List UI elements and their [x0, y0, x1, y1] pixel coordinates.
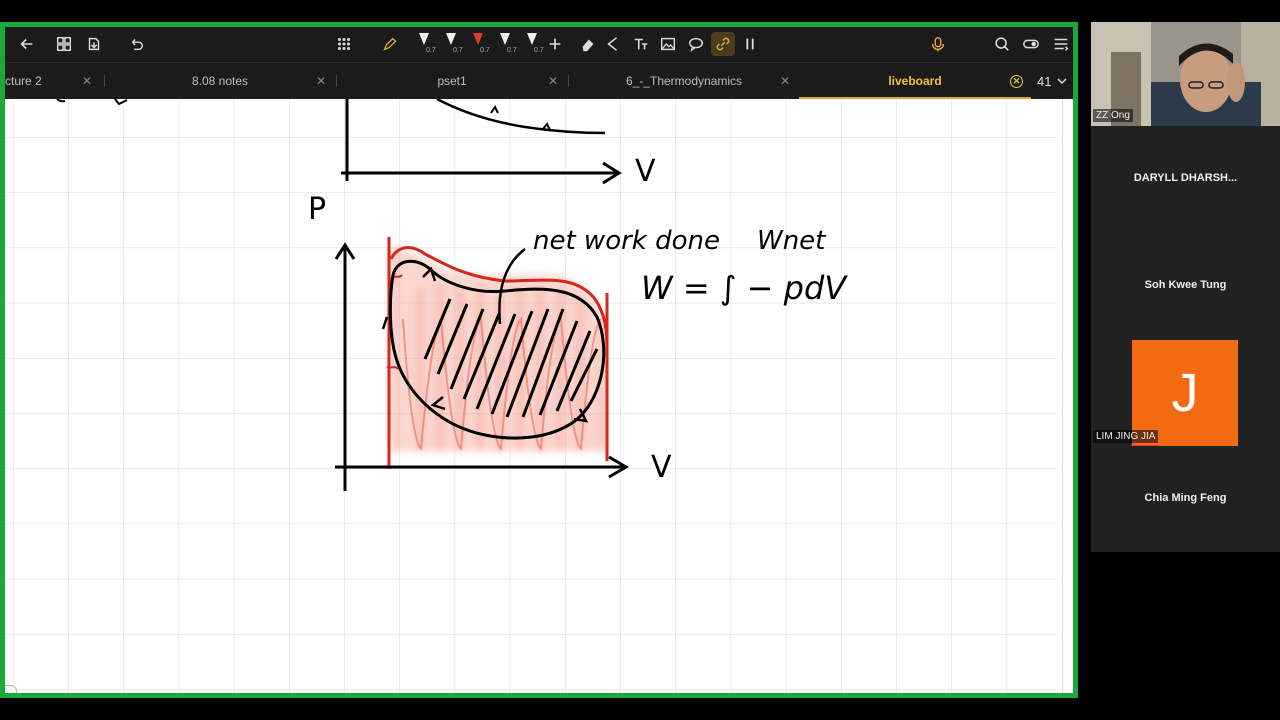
label-v-bottom: V: [651, 450, 672, 485]
tab-pset1[interactable]: pset1 ✕: [337, 63, 567, 99]
tab-liveboard[interactable]: liveboard ✕: [799, 63, 1031, 99]
whiteboard-drawing: V P V net work done Wnet W = ∫ − pdV: [5, 99, 1057, 693]
pen-preset-3[interactable]: 0.7: [467, 29, 490, 59]
pen-preset-5[interactable]: 0.7: [521, 29, 544, 59]
export-icon[interactable]: [82, 32, 106, 56]
microphone-icon[interactable]: [926, 32, 950, 56]
pen-presets: 0.7 0.7 0.7 0.7 0.7: [413, 29, 544, 59]
close-icon[interactable]: ✕: [779, 75, 791, 87]
link-icon[interactable]: [711, 32, 735, 56]
plus-icon[interactable]: [543, 32, 567, 56]
tab-lecture-2[interactable]: cture 2 ✕: [5, 63, 101, 99]
lasso-icon[interactable]: [601, 32, 625, 56]
menu-icon[interactable]: [1049, 32, 1073, 56]
undo-icon[interactable]: [124, 32, 148, 56]
tab-label: pset1: [437, 74, 467, 88]
tab-8-08-notes[interactable]: 8.08 notes ✕: [105, 63, 335, 99]
tab-thermodynamics[interactable]: 6_-_Thermodynamics ✕: [569, 63, 799, 99]
page-scroll-handle[interactable]: [5, 685, 17, 693]
shared-screen-window: 0.7 0.7 0.7 0.7 0.7 cture 2 ✕ 8.08 notes…: [0, 22, 1078, 698]
participant-name: LIM JING JIA: [1093, 430, 1159, 443]
tab-label: 8.08 notes: [191, 74, 249, 88]
apps-grid-icon[interactable]: [332, 32, 356, 56]
participant-name: Soh Kwee Tung: [1144, 279, 1227, 291]
tab-label: 6_-_Thermodynamics: [625, 74, 743, 88]
toggle-icon[interactable]: [1019, 32, 1043, 56]
participant-tile[interactable]: J LIM JING JIA: [1091, 328, 1280, 452]
text-icon[interactable]: [629, 32, 653, 56]
annotation-wnet: Wnet: [757, 226, 826, 256]
page-count[interactable]: 41: [1037, 63, 1073, 99]
page-edge: [1062, 99, 1063, 693]
page-count-value: 41: [1037, 73, 1052, 89]
participant-tile[interactable]: Soh Kwee Tung: [1091, 233, 1280, 337]
close-icon[interactable]: ✕: [81, 75, 93, 87]
back-arrow-icon[interactable]: [15, 32, 39, 56]
pen-preset-4[interactable]: 0.7: [494, 29, 517, 59]
participant-name: Chia Ming Feng: [1144, 492, 1227, 504]
annotation-net-work-done: net work done: [533, 226, 720, 256]
grid-icon[interactable]: [52, 32, 76, 56]
pen-size-label: 0.7: [453, 47, 463, 54]
participants-panel: ZZ Ong DARYLL DHARSH... Soh Kwee Tung J …: [1091, 22, 1280, 552]
pencil-icon[interactable]: [378, 32, 402, 56]
label-p: P: [308, 192, 326, 227]
eraser-icon[interactable]: [576, 32, 600, 56]
pen-size-label: 0.7: [507, 47, 517, 54]
image-icon[interactable]: [656, 32, 680, 56]
label-v-top: V: [635, 154, 656, 189]
pen-size-label: 0.7: [426, 47, 436, 54]
close-icon[interactable]: ✕: [547, 75, 559, 87]
participant-tile[interactable]: ZZ Ong: [1091, 22, 1280, 126]
chevron-down-icon: [1057, 78, 1067, 85]
participant-tile[interactable]: DARYLL DHARSH...: [1091, 126, 1280, 230]
close-icon[interactable]: ✕: [315, 75, 327, 87]
participant-name: DARYLL DHARSH...: [1133, 172, 1238, 184]
toolbar: 0.7 0.7 0.7 0.7 0.7: [5, 27, 1073, 62]
pen-size-label: 0.7: [480, 47, 490, 54]
equation-work: W = ∫ − pdV: [641, 269, 848, 307]
avatar-letter: J: [1171, 363, 1199, 423]
comment-icon[interactable]: [684, 32, 708, 56]
tab-label: cture 2: [5, 74, 42, 88]
participant-name: ZZ Ong: [1093, 109, 1133, 122]
pause-icon[interactable]: [738, 32, 762, 56]
tab-bar: cture 2 ✕ 8.08 notes ✕ pset1 ✕ 6_-_Therm…: [5, 62, 1073, 99]
search-icon[interactable]: [990, 32, 1014, 56]
pen-preset-1[interactable]: 0.7: [413, 29, 436, 59]
participant-tile[interactable]: Chia Ming Feng: [1091, 446, 1280, 550]
pen-preset-2[interactable]: 0.7: [440, 29, 463, 59]
tab-label: liveboard: [888, 74, 942, 88]
close-circle-icon[interactable]: ✕: [1010, 75, 1023, 88]
whiteboard-canvas[interactable]: V P V net work done Wnet W = ∫ − pdV: [5, 99, 1073, 693]
